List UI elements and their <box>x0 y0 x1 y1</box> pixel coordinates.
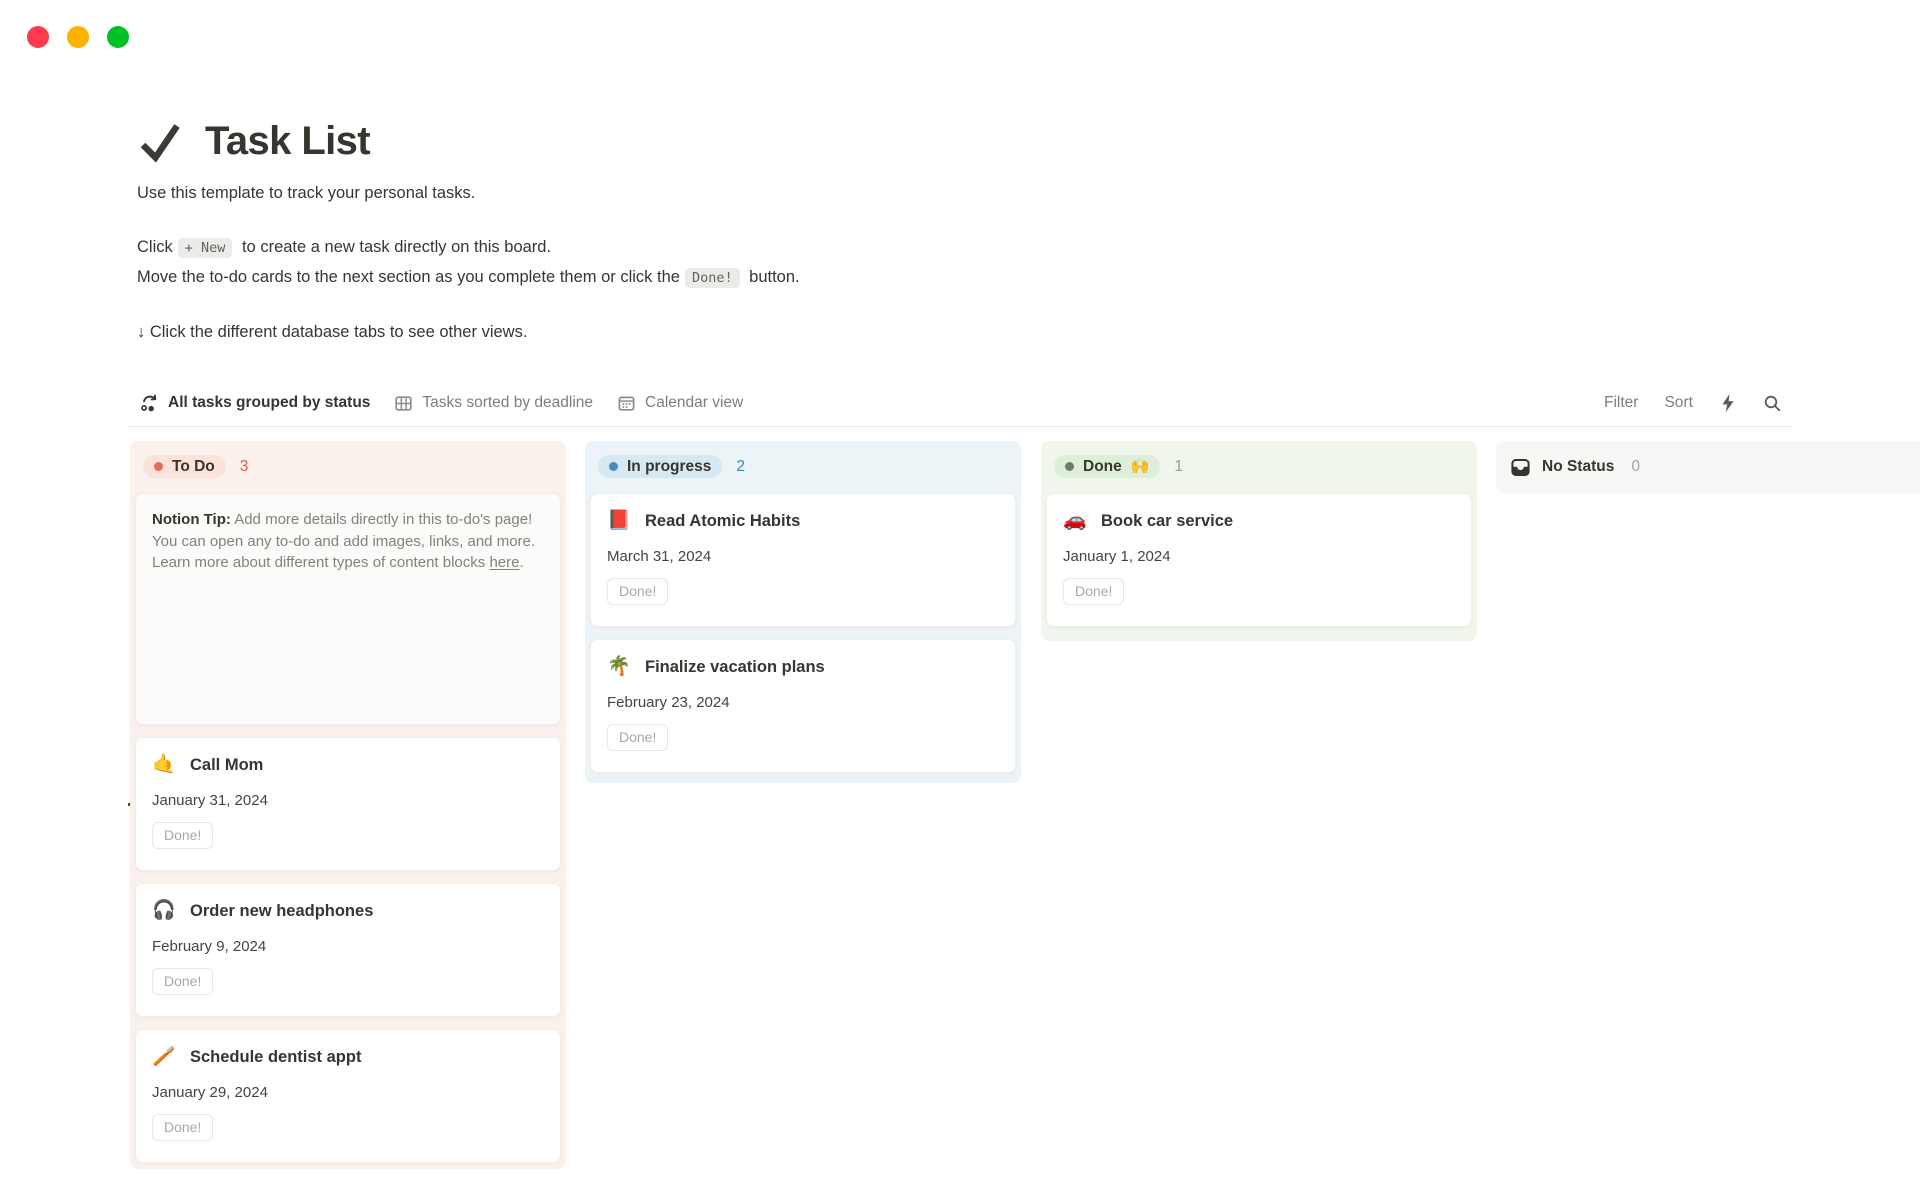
tab-tasks-sorted-by-deadline[interactable]: Tasks sorted by deadline <box>382 380 605 426</box>
task-card-book-car-service[interactable]: 🚗 Book car service January 1, 2024 Done! <box>1046 493 1472 627</box>
status-dot-icon <box>1065 462 1074 471</box>
calendar-icon <box>617 394 636 413</box>
card-title: Schedule dentist appt <box>190 1045 361 1069</box>
status-label: In progress <box>627 459 711 475</box>
red-book-emoji-icon: 📕 <box>607 509 631 533</box>
new-button-badge: + New <box>178 238 233 258</box>
tab-label: All tasks grouped by status <box>168 394 370 412</box>
toolbar-divider <box>128 426 1792 427</box>
card-date: January 1, 2024 <box>1063 548 1455 565</box>
window-controls <box>27 26 129 48</box>
column-count: 2 <box>736 458 745 476</box>
filter-button[interactable]: Filter <box>1604 394 1638 412</box>
palm-tree-emoji-icon: 🌴 <box>607 655 631 679</box>
status-label: No Status <box>1542 458 1614 476</box>
task-card-finalize-vacation-plans[interactable]: 🌴 Finalize vacation plans February 23, 2… <box>590 639 1016 773</box>
column-cards: 🚗 Book car service January 1, 2024 Done! <box>1041 492 1477 627</box>
car-emoji-icon: 🚗 <box>1063 509 1087 533</box>
inbox-icon <box>1510 457 1531 478</box>
checkmark-page-icon <box>135 116 185 166</box>
tab-label: Calendar view <box>645 394 743 412</box>
card-title: Read Atomic Habits <box>645 509 800 533</box>
column-no-status: No Status 0 <box>1496 441 1920 493</box>
task-card-order-new-headphones[interactable]: 🎧 Order new headphones February 9, 2024 … <box>135 883 561 1017</box>
card-title: Order new headphones <box>190 899 373 923</box>
view-tab-bar: All tasks grouped by status Tasks sorted… <box>128 380 755 426</box>
minimize-window-button[interactable] <box>67 26 89 48</box>
page-title: Task List <box>205 119 370 164</box>
instruction-line-3: ↓ Click the different database tabs to s… <box>137 323 527 342</box>
task-card-schedule-dentist-appt[interactable]: 🪥 Schedule dentist appt January 29, 2024… <box>135 1029 561 1163</box>
toothbrush-emoji-icon: 🪥 <box>152 1045 176 1069</box>
instructions-paragraph: Click+ New to create a new task directly… <box>137 233 800 293</box>
column-done: Done 🙌 1 🚗 Book car service January 1, 2… <box>1041 441 1477 641</box>
tab-all-tasks-grouped-by-status[interactable]: All tasks grouped by status <box>128 380 382 426</box>
card-title: Finalize vacation plans <box>645 655 825 679</box>
card-date: February 23, 2024 <box>607 694 999 711</box>
card-date: January 31, 2024 <box>152 792 544 809</box>
status-dot-icon <box>154 462 163 471</box>
status-pill-done[interactable]: Done 🙌 <box>1054 455 1160 479</box>
headphones-emoji-icon: 🎧 <box>152 899 176 923</box>
lightning-icon[interactable] <box>1719 393 1737 413</box>
status-label: Done <box>1083 459 1122 475</box>
page-subtitle: Use this template to track your personal… <box>137 184 475 203</box>
page-header: Task List <box>135 116 370 166</box>
instruction-line-2: Move the to-do cards to the next section… <box>137 263 800 293</box>
tab-calendar-view[interactable]: Calendar view <box>605 380 755 426</box>
done-button[interactable]: Done! <box>152 1114 213 1141</box>
done-button[interactable]: Done! <box>152 822 213 849</box>
column-header-to-do: To Do 3 <box>130 441 566 492</box>
status-label: To Do <box>172 459 215 475</box>
column-header-no-status[interactable]: No Status 0 <box>1496 441 1920 493</box>
column-count: 1 <box>1174 458 1183 476</box>
card-title: Book car service <box>1101 509 1233 533</box>
status-pill-in-progress[interactable]: In progress <box>598 455 722 479</box>
search-icon[interactable] <box>1763 394 1782 413</box>
done-button[interactable]: Done! <box>1063 578 1124 605</box>
tip-text: Notion Tip: Add more details directly in… <box>152 509 544 574</box>
done-button[interactable]: Done! <box>607 724 668 751</box>
column-to-do: To Do 3 Notion Tip: Add more details dir… <box>130 441 566 1169</box>
call-me-hand-emoji-icon: 🤙 <box>152 753 176 777</box>
card-date: March 31, 2024 <box>607 548 999 565</box>
column-cards: 📕 Read Atomic Habits March 31, 2024 Done… <box>585 492 1021 773</box>
task-card-call-mom[interactable]: 🤙 Call Mom January 31, 2024 Done! <box>135 737 561 871</box>
raising-hands-emoji-icon: 🙌 <box>1131 459 1150 474</box>
close-window-button[interactable] <box>27 26 49 48</box>
done-button[interactable]: Done! <box>152 968 213 995</box>
column-header-in-progress: In progress 2 <box>585 441 1021 492</box>
tip-here-link[interactable]: here <box>489 554 519 571</box>
column-count: 3 <box>240 458 249 476</box>
done-button-badge: Done! <box>685 268 740 288</box>
status-cycle-icon <box>140 394 159 413</box>
card-title: Call Mom <box>190 753 263 777</box>
done-button[interactable]: Done! <box>607 578 668 605</box>
toolbar-actions: Filter Sort <box>1604 380 1782 426</box>
column-header-done: Done 🙌 1 <box>1041 441 1477 492</box>
column-cards: Notion Tip: Add more details directly in… <box>130 492 566 1163</box>
card-date: February 9, 2024 <box>152 938 544 955</box>
notion-tip-card[interactable]: Notion Tip: Add more details directly in… <box>135 493 561 725</box>
tab-label: Tasks sorted by deadline <box>422 394 593 412</box>
column-in-progress: In progress 2 📕 Read Atomic Habits March… <box>585 441 1021 783</box>
status-dot-icon <box>609 462 618 471</box>
status-pill-to-do[interactable]: To Do <box>143 455 226 479</box>
task-card-read-atomic-habits[interactable]: 📕 Read Atomic Habits March 31, 2024 Done… <box>590 493 1016 627</box>
kanban-board: To Do 3 Notion Tip: Add more details dir… <box>130 441 1920 1181</box>
table-icon <box>394 394 413 413</box>
sort-button[interactable]: Sort <box>1664 394 1692 412</box>
zoom-window-button[interactable] <box>107 26 129 48</box>
card-date: January 29, 2024 <box>152 1084 544 1101</box>
instruction-line-1: Click+ New to create a new task directly… <box>137 233 800 263</box>
column-count: 0 <box>1631 458 1640 476</box>
